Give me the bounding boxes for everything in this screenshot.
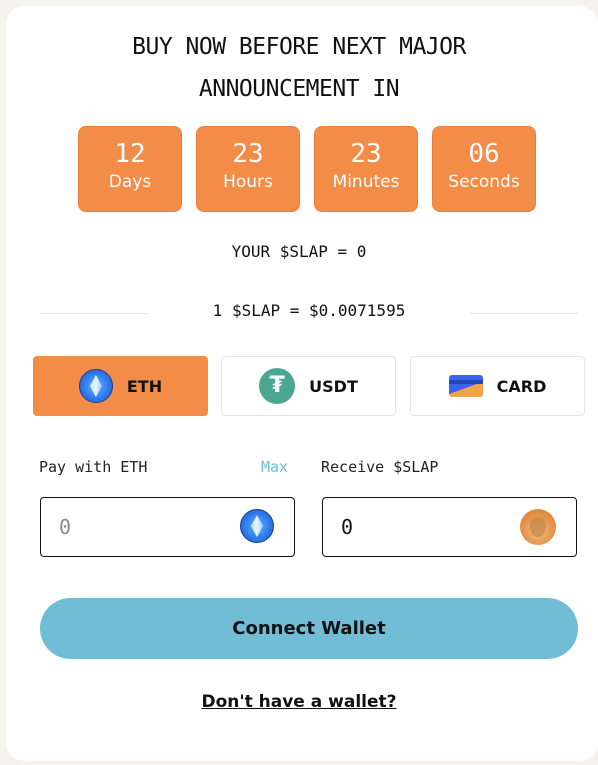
receive-field-label: Receive $SLAP <box>321 458 439 476</box>
headline-line-1: BUY NOW BEFORE NEXT MAJOR <box>132 34 466 60</box>
countdown-seconds-value: 06 <box>468 139 500 169</box>
receive-amount-input[interactable] <box>341 512 491 542</box>
eth-icon <box>78 369 113 403</box>
receive-amount-field <box>322 497 577 557</box>
countdown-hours-label: Hours <box>223 172 273 192</box>
countdown-minutes-label: Minutes <box>332 172 400 192</box>
countdown-minutes-value: 23 <box>350 139 382 169</box>
pay-method-usdt-button[interactable]: ₮ USDT <box>221 356 396 416</box>
connect-wallet-button[interactable]: Connect Wallet <box>40 598 578 659</box>
countdown-days: 12 Days <box>78 126 182 212</box>
countdown-seconds: 06 Seconds <box>432 126 536 212</box>
pay-method-card-button[interactable]: CARD <box>410 356 585 416</box>
countdown-seconds-label: Seconds <box>448 172 520 192</box>
headline-line-2: ANNOUNCEMENT IN <box>198 76 400 102</box>
countdown-days-label: Days <box>108 172 152 192</box>
pay-field-label: Pay with ETH <box>39 458 148 476</box>
card-icon <box>448 375 483 397</box>
countdown-hours-value: 23 <box>232 139 264 169</box>
countdown-timer: 12 Days 23 Hours 23 Minutes 06 Seconds <box>78 126 536 212</box>
max-button[interactable]: Max <box>261 458 288 476</box>
slap-token-icon <box>520 509 556 545</box>
countdown-minutes: 23 Minutes <box>314 126 418 212</box>
pay-amount-field <box>40 497 295 557</box>
usdt-icon: ₮ <box>259 368 296 404</box>
pay-method-card-label: CARD <box>496 376 547 396</box>
eth-icon <box>240 509 274 543</box>
token-price: 1 $SLAP = $0.0071595 <box>212 301 406 320</box>
slap-balance: YOUR $SLAP = 0 <box>231 242 367 261</box>
price-row: 1 $SLAP = $0.0071595 <box>40 300 578 324</box>
announcement-headline: BUY NOW BEFORE NEXT MAJOR ANNOUNCEMENT I… <box>0 26 598 110</box>
no-wallet-link[interactable]: Don't have a wallet? <box>0 692 598 712</box>
divider-right <box>470 313 578 314</box>
pay-method-eth-button[interactable]: ETH <box>33 356 208 416</box>
pay-method-usdt-label: USDT <box>309 376 358 396</box>
pay-amount-input[interactable] <box>59 512 209 542</box>
countdown-hours: 23 Hours <box>196 126 300 212</box>
pay-method-eth-label: ETH <box>126 376 163 396</box>
countdown-days-value: 12 <box>114 139 146 169</box>
